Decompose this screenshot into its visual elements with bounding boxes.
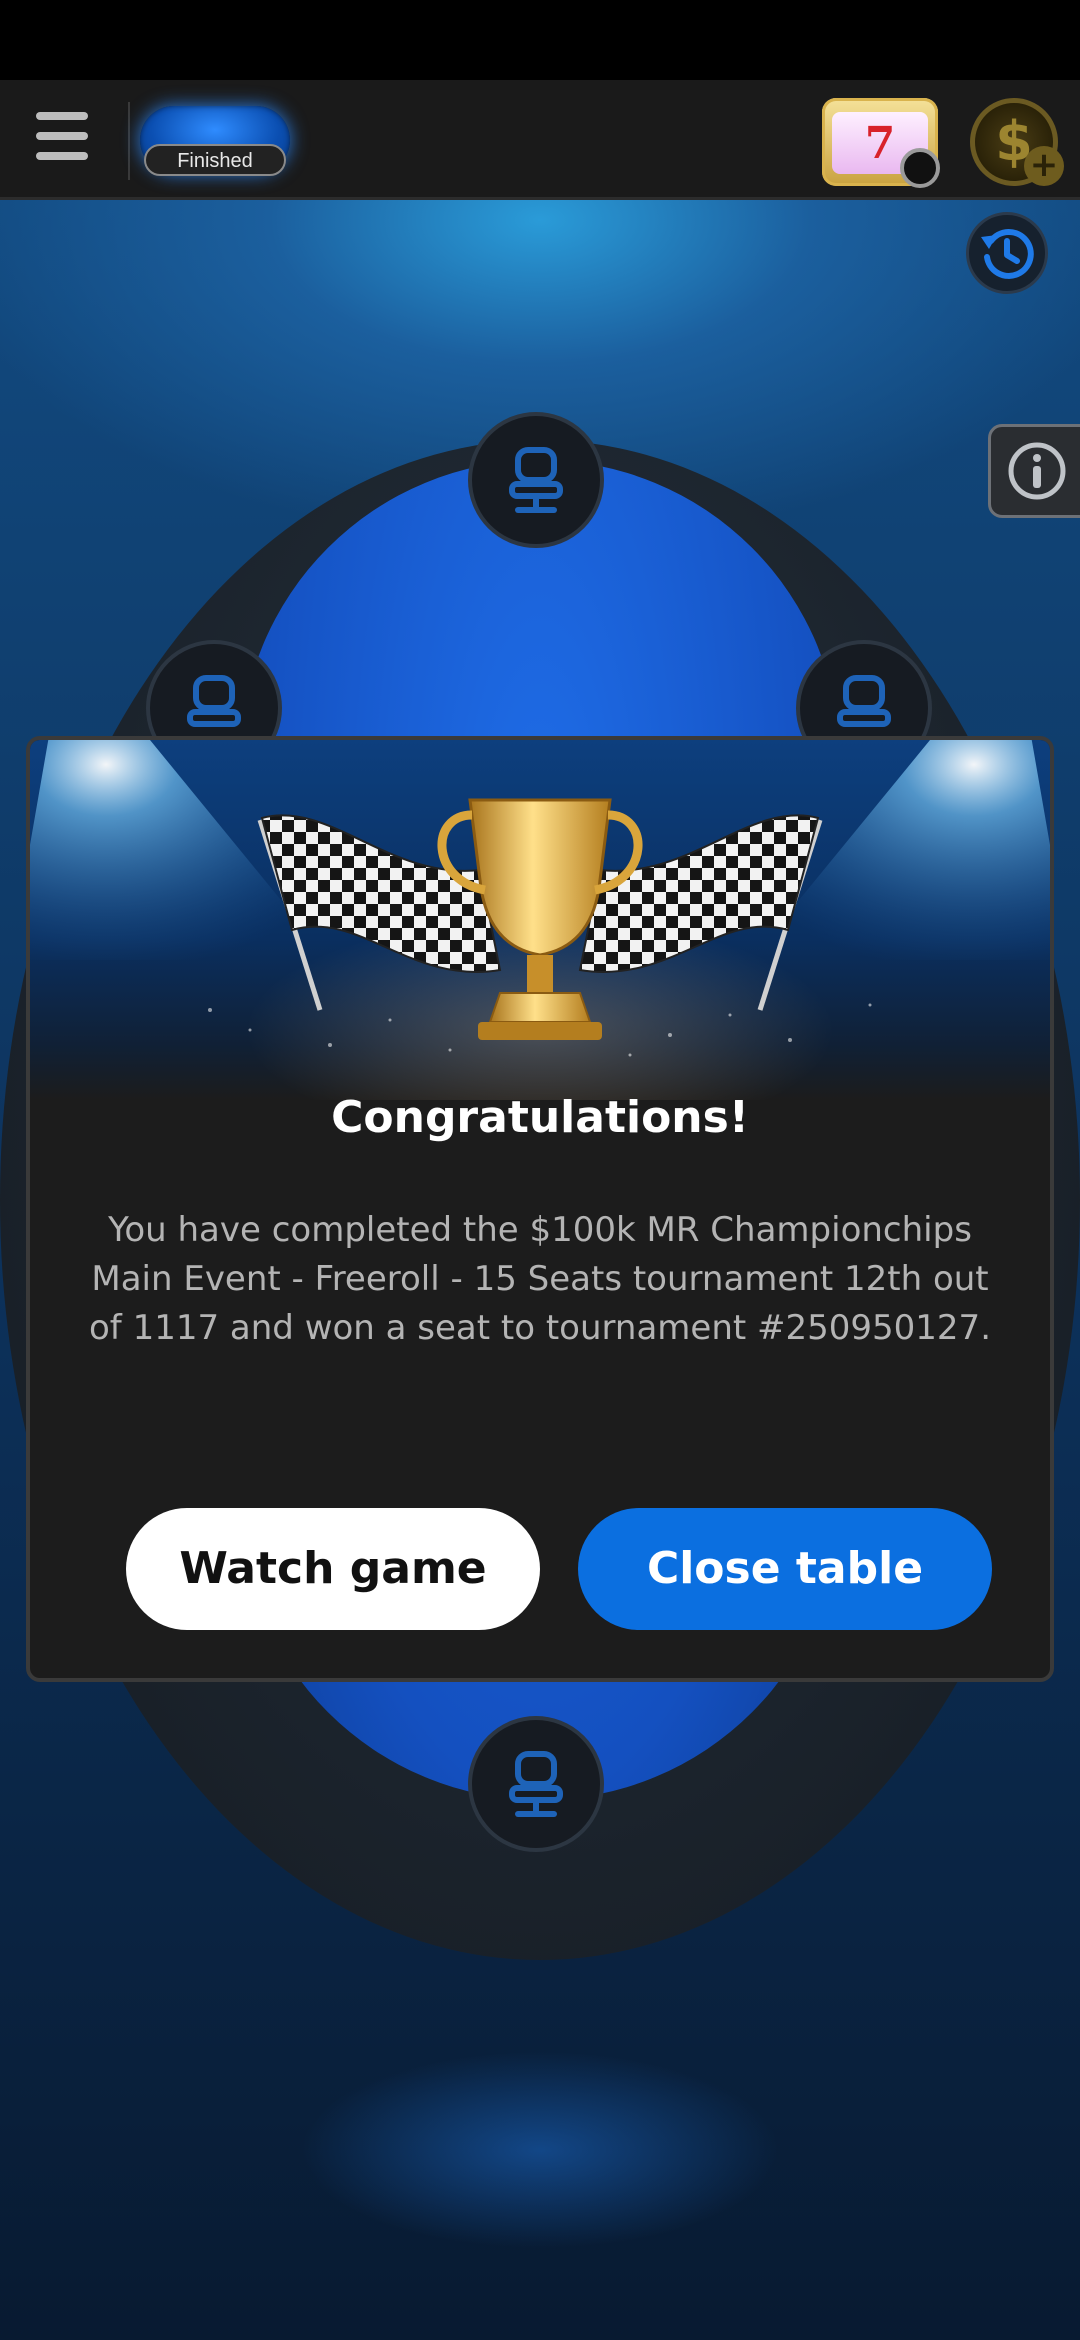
watch-game-button[interactable]: Watch game [126, 1508, 540, 1630]
chair-icon [837, 675, 891, 727]
slot-machine-knob [900, 148, 940, 188]
chair-icon [509, 447, 563, 513]
hamburger-menu-icon[interactable] [36, 112, 88, 168]
table-status-label: Finished [144, 144, 286, 176]
add-funds-icon[interactable]: + [1024, 146, 1064, 186]
chair-icon [509, 1751, 563, 1817]
divider [128, 102, 130, 180]
empty-seat-bottom[interactable] [468, 1716, 604, 1852]
checkered-flag-icon [257, 814, 502, 1011]
top-bar: Finished 7 $ + [0, 80, 1080, 200]
celebration-banner [30, 740, 1050, 1100]
status-bar [0, 0, 1080, 80]
dialog-title: Congratulations! [331, 1092, 749, 1143]
empty-seat-top[interactable] [468, 412, 604, 548]
tournament-result-dialog: Congratulations! You have completed the … [26, 736, 1054, 1682]
info-icon[interactable] [988, 424, 1080, 518]
table-status-indicator[interactable]: Finished [140, 106, 290, 176]
checkered-flag-icon [578, 814, 823, 1011]
chair-icon [187, 675, 241, 727]
dialog-message: You have completed the $100k MR Champion… [89, 1210, 991, 1348]
hand-history-icon[interactable] [966, 212, 1048, 294]
close-table-button[interactable]: Close table [578, 1508, 992, 1630]
trophy-and-flags [208, 798, 872, 1057]
